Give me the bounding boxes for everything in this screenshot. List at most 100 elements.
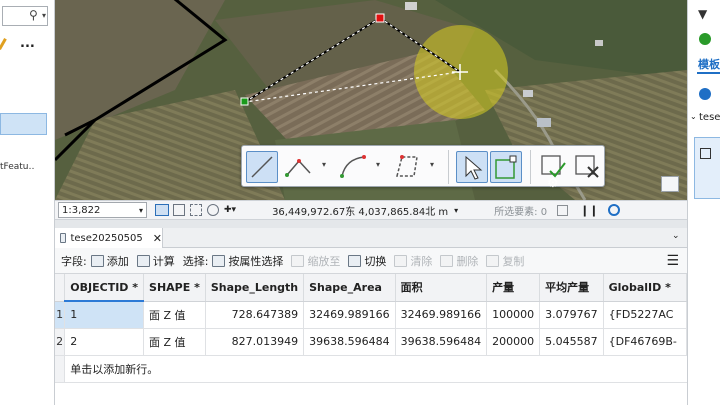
cell-chanliang[interactable]: 200000 <box>486 328 541 356</box>
delete-button[interactable]: 删除 <box>440 253 478 269</box>
more-options-icon[interactable]: ... <box>20 36 35 51</box>
cell-globalid[interactable]: {DF46769B- <box>603 328 687 356</box>
cell-shape-area[interactable]: 32469.989166 <box>303 301 396 329</box>
row-number[interactable]: 2 <box>55 328 66 356</box>
pan-icon[interactable] <box>207 204 219 216</box>
delete-icon <box>440 254 454 267</box>
polyline-tool-button[interactable] <box>284 151 316 183</box>
toolbar-divider <box>448 150 449 184</box>
panel-title[interactable]: 模板 <box>698 56 720 72</box>
clear-icon <box>394 254 408 267</box>
row-header-corner <box>55 274 66 302</box>
arc-tool-button[interactable] <box>338 151 370 183</box>
tab-label: tese20250505 <box>70 232 143 244</box>
copy-icon <box>486 254 500 267</box>
map-view[interactable]: ▾ ▾ ▾ ⚙ <box>55 0 687 200</box>
template-tile[interactable] <box>694 137 720 199</box>
row-number[interactable]: 1 <box>55 301 66 329</box>
select-tool-button[interactable] <box>456 151 488 183</box>
search-box[interactable]: ⚲ ▾ <box>2 6 48 26</box>
table-header-row: OBJECTID * SHAPE * Shape_Length Shape_Ar… <box>55 274 687 302</box>
selected-list-item[interactable] <box>0 113 47 135</box>
pane-splitter[interactable] <box>55 220 687 228</box>
search-icon[interactable]: ⚲ <box>29 8 38 22</box>
polyline-tool-icon <box>285 159 311 177</box>
cell-shape[interactable]: 面 Z 值 <box>143 301 206 329</box>
cell-shape[interactable]: 面 Z 值 <box>143 328 206 356</box>
cell-globalid[interactable]: {FD5227AC <box>603 301 687 329</box>
chevron-down-icon[interactable]: ▾ <box>454 206 458 215</box>
gear-icon[interactable]: ⚙ <box>547 176 559 191</box>
edit-vertices-button[interactable] <box>490 151 522 183</box>
column-header-globalid[interactable]: GlobalID * <box>603 274 687 302</box>
table-row[interactable]: 2 2 面 Z 值 827.013949 39638.596484 39638.… <box>55 328 687 356</box>
add-field-button[interactable]: 添加 <box>90 253 129 269</box>
column-header-shape[interactable]: SHAPE * <box>143 274 206 302</box>
cell-chanliang[interactable]: 100000 <box>486 301 541 329</box>
filter-icon[interactable]: ▼ <box>698 7 707 21</box>
polygon-tool-icon <box>396 155 418 177</box>
tab-tese20250505[interactable]: tese20250505 ✕ <box>55 228 163 248</box>
select-by-attribute-icon <box>212 254 226 267</box>
chevron-down-icon[interactable]: ⌄ <box>672 231 680 241</box>
chevron-down-icon[interactable]: ▾ <box>430 160 434 169</box>
column-header-mianji[interactable]: 面积 <box>395 274 488 302</box>
scale-value: 1:3,822 <box>62 204 101 216</box>
chevron-down-icon[interactable]: ▾ <box>322 160 326 169</box>
polygon-tool-button[interactable] <box>392 151 424 183</box>
chevron-down-icon[interactable]: ▾ <box>376 160 380 169</box>
zoom-to-button[interactable]: 缩放至 <box>291 253 340 269</box>
column-header-shape-length[interactable]: Shape_Length <box>205 274 305 302</box>
check-icon <box>699 33 711 45</box>
refresh-icon[interactable] <box>557 204 569 216</box>
cell-objectid[interactable]: 2 <box>64 328 145 356</box>
clear-selection-button[interactable]: 清除 <box>394 253 432 269</box>
chevron-down-icon[interactable]: ▾ <box>139 206 143 215</box>
cell-shape-length[interactable]: 728.647389 <box>205 301 305 329</box>
calculate-field-button[interactable]: 计算 <box>136 253 175 269</box>
column-header-pingjun-chanliang[interactable]: 平均产量 <box>539 274 604 302</box>
list-item-label[interactable]: tFeatu‥ <box>0 162 35 172</box>
cell-shape-length[interactable]: 827.013949 <box>205 328 305 356</box>
column-header-shape-area[interactable]: Shape_Area <box>303 274 396 302</box>
column-header-chanliang[interactable]: 产量 <box>486 274 541 302</box>
line-tool-button[interactable] <box>246 151 278 183</box>
navigation-icon[interactable]: ✚▾ <box>224 205 236 215</box>
line-tool-icon <box>251 156 273 178</box>
copy-button[interactable]: 复制 <box>486 253 524 269</box>
add-row-prompt[interactable]: 单击以添加新行。 <box>64 355 687 383</box>
switch-selection-button[interactable]: 切换 <box>348 253 386 269</box>
chevron-down-icon[interactable]: ⌄ <box>690 112 697 121</box>
table-toggle-icon[interactable] <box>661 176 679 192</box>
calculator-icon <box>136 254 150 267</box>
pencil-icon[interactable] <box>0 38 7 50</box>
cell-pingjun-chanliang[interactable]: 5.045587 <box>539 328 604 356</box>
table-row[interactable]: 1 1 面 Z 值 728.647389 32469.989166 32469.… <box>55 301 687 329</box>
cell-shape-area[interactable]: 39638.596484 <box>303 328 396 356</box>
add-row[interactable]: 单击以添加新行。 <box>55 355 687 383</box>
fields-label: 字段: <box>61 254 87 268</box>
menu-icon[interactable]: ☰ <box>666 253 679 269</box>
cell-mianji[interactable]: 39638.596484 <box>395 328 488 356</box>
pause-icon[interactable]: ❙❙ <box>580 204 598 217</box>
chevron-down-icon[interactable]: ▾ <box>42 11 46 20</box>
active-tab-indicator <box>697 72 720 74</box>
column-header-objectid[interactable]: OBJECTID * <box>64 274 145 302</box>
cell-pingjun-chanliang[interactable]: 3.079767 <box>539 301 604 329</box>
select-by-attribute-button[interactable]: 按属性选择 <box>212 253 283 269</box>
cell-mianji[interactable]: 32469.989166 <box>395 301 488 329</box>
selection-label: 选择: <box>182 254 209 268</box>
grid-icon[interactable] <box>155 204 169 216</box>
cell-objectid[interactable]: 1 <box>64 301 145 329</box>
map-status-bar: 1:3,822 ▾ ✚▾ 36,449,972.67东 4,037,865.84… <box>55 200 687 220</box>
add-field-icon <box>90 254 104 267</box>
snapping-icon[interactable] <box>190 204 202 216</box>
table-icon[interactable] <box>173 204 185 216</box>
zoom-to-icon <box>291 254 305 267</box>
template-item-label[interactable]: tese <box>699 112 720 123</box>
close-icon[interactable]: ✕ <box>153 232 162 245</box>
toolbar-divider <box>530 150 531 184</box>
row-number <box>55 355 66 383</box>
scale-selector[interactable]: 1:3,822 ▾ <box>58 202 147 218</box>
cancel-sketch-button[interactable] <box>572 151 604 183</box>
